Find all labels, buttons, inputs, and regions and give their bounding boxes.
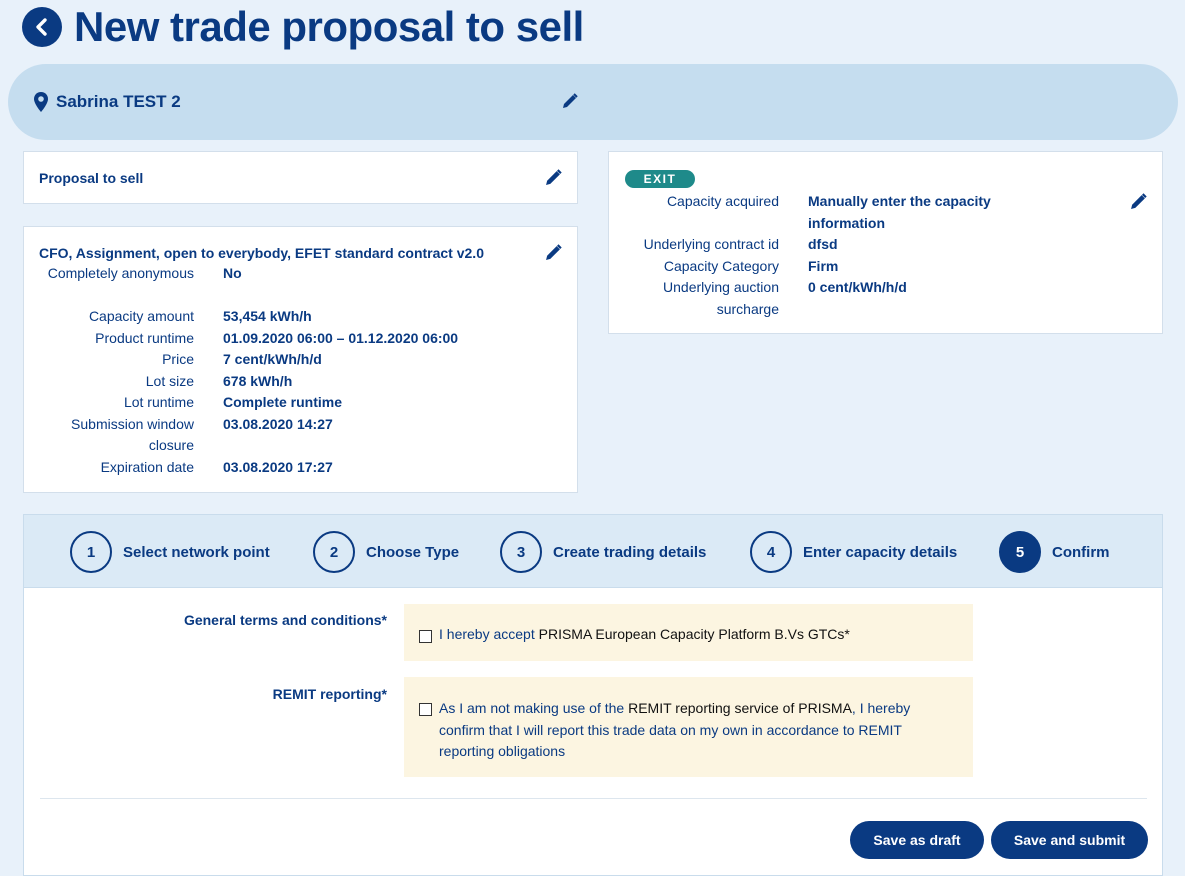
- step-number: 5: [999, 531, 1041, 573]
- exit-key: Underlying auction surcharge: [663, 279, 779, 317]
- remit-checkbox[interactable]: [419, 703, 432, 716]
- exit-value: Manually enter the capacity information: [808, 193, 991, 231]
- network-point-name: Sabrina TEST 2: [56, 92, 181, 111]
- detail-value: 03.08.2020 17:27: [223, 458, 333, 475]
- gtc-checkbox[interactable]: [419, 630, 432, 643]
- wizard-panel: 1 Select network point 2 Choose Type 3 C…: [23, 514, 1163, 876]
- trading-details-list: Completely anonymous No Capacity amount …: [24, 263, 579, 493]
- gtc-text-part: I hereby accept: [439, 626, 539, 642]
- remit-notice: As I am not making use of the REMIT repo…: [404, 677, 973, 777]
- save-and-submit-button[interactable]: Save and submit: [991, 821, 1148, 859]
- detail-key: Price: [162, 351, 194, 367]
- step-confirm[interactable]: 5 Confirm: [999, 531, 1110, 573]
- trading-details-card: CFO, Assignment, open to everybody, EFET…: [23, 226, 578, 493]
- pencil-icon[interactable]: [545, 169, 562, 186]
- remit-service-link[interactable]: REMIT reporting service of PRISMA: [628, 700, 852, 716]
- trading-details-heading: CFO, Assignment, open to everybody, EFET…: [39, 245, 484, 261]
- detail-key: Lot size: [145, 372, 194, 389]
- proposal-type-label: Proposal to sell: [39, 170, 144, 186]
- exit-key: Underlying contract id: [643, 236, 779, 252]
- detail-value: 03.08.2020 14:27: [223, 415, 333, 432]
- exit-badge: EXIT: [625, 170, 695, 188]
- step-number: 3: [500, 531, 542, 573]
- exit-value: Firm: [808, 257, 839, 274]
- detail-key: Product runtime: [95, 329, 194, 346]
- page-title: New trade proposal to sell: [74, 3, 584, 50]
- step-label: Create trading details: [553, 543, 707, 561]
- detail-value: 01.09.2020 06:00 – 01.12.2020 06:00: [223, 329, 459, 346]
- step-number: 4: [750, 531, 792, 573]
- detail-key: Expiration date: [100, 458, 194, 475]
- gtc-text: I hereby accept PRISMA European Capacity…: [439, 624, 959, 646]
- detail-value: No: [223, 265, 242, 281]
- detail-value: 53,454 kWh/h: [223, 308, 312, 324]
- pencil-icon[interactable]: [562, 93, 578, 109]
- detail-value: 7 cent/kWh/h/d: [223, 351, 322, 367]
- step-label: Select network point: [123, 543, 270, 561]
- detail-value: 678 kWh/h: [223, 372, 293, 389]
- remit-text-part: As I am not making use of the: [439, 700, 629, 716]
- step-choose-type[interactable]: 2 Choose Type: [313, 531, 459, 573]
- gtc-label: General terms and conditions*: [183, 612, 387, 628]
- step-label: Enter capacity details: [803, 543, 958, 561]
- back-button[interactable]: [22, 7, 62, 47]
- remit-text: As I am not making use of the REMIT repo…: [439, 698, 954, 763]
- step-number: 2: [313, 531, 355, 573]
- location-banner: Sabrina TEST 2: [8, 64, 1178, 140]
- step-create-trading-details[interactable]: 3 Create trading details: [500, 531, 706, 573]
- detail-key: Lot runtime: [123, 394, 194, 410]
- chevron-left-icon: [36, 18, 47, 36]
- detail-key: Capacity amount: [88, 308, 194, 324]
- gtc-provider-link[interactable]: PRISMA European Capacity Platform B.Vs G…: [539, 626, 850, 642]
- detail-key: Submission window closure: [71, 415, 194, 454]
- exit-value: 0 cent/kWh/h/d: [808, 279, 907, 295]
- step-number: 1: [70, 531, 112, 573]
- exit-key: Capacity Category: [663, 257, 779, 274]
- pencil-icon[interactable]: [545, 244, 562, 261]
- divider: [40, 798, 1147, 799]
- step-label: Confirm: [1052, 543, 1110, 561]
- save-as-draft-button[interactable]: Save as draft: [850, 821, 984, 859]
- gtc-notice: I hereby accept PRISMA European Capacity…: [404, 604, 973, 661]
- wizard-stepper: 1 Select network point 2 Choose Type 3 C…: [24, 515, 1162, 588]
- exit-details-list: Capacity acquired Manually enter the cap…: [609, 191, 1164, 331]
- exit-value: dfsd: [808, 236, 838, 252]
- exit-key: Capacity acquired: [666, 193, 779, 209]
- detail-value: Complete runtime: [223, 394, 343, 410]
- detail-key: Completely anonymous: [47, 265, 194, 281]
- page-header: New trade proposal to sell: [22, 3, 584, 50]
- proposal-card: Proposal to sell: [23, 151, 578, 204]
- exit-capacity-card: EXIT Capacity acquired Manually enter th…: [608, 151, 1163, 334]
- step-select-network-point[interactable]: 1 Select network point: [70, 531, 270, 573]
- step-enter-capacity-details[interactable]: 4 Enter capacity details: [750, 531, 957, 573]
- remit-label: REMIT reporting*: [272, 686, 387, 702]
- step-label: Choose Type: [366, 543, 460, 561]
- location-pin-icon: [34, 92, 48, 112]
